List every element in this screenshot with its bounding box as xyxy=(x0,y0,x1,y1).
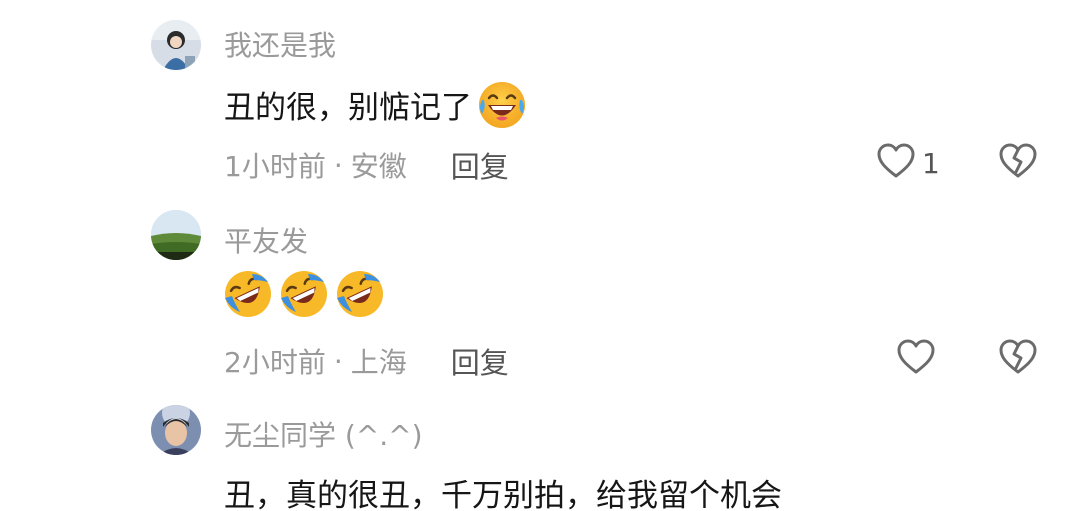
comment-text-body: 丑，真的很丑，千万别拍，给我留个机会 xyxy=(224,478,782,511)
timestamp: 2小时前 xyxy=(224,346,326,379)
avatar[interactable] xyxy=(151,20,201,70)
avatar[interactable] xyxy=(151,405,201,455)
broken-heart-icon xyxy=(998,339,1038,380)
meta-separator: · xyxy=(333,344,343,378)
username[interactable]: 平友发 xyxy=(224,220,308,260)
timestamp: 1小时前 xyxy=(224,150,326,183)
rolling-laugh-emoji-icon xyxy=(278,268,330,320)
username[interactable]: 无尘同学 (^.^) xyxy=(224,414,423,454)
comment-text: 丑的很，别惦记了 xyxy=(224,78,528,130)
heart-icon xyxy=(876,142,916,184)
dislike-button[interactable] xyxy=(998,338,1038,380)
avatar[interactable] xyxy=(151,210,201,260)
reply-button[interactable]: 回复 xyxy=(451,340,509,382)
laughing-tears-emoji-icon xyxy=(476,78,528,130)
meta-separator: · xyxy=(333,148,343,182)
rolling-laugh-emoji-icon xyxy=(334,268,386,320)
dislike-button[interactable] xyxy=(998,142,1038,184)
heart-icon xyxy=(896,338,936,380)
rolling-laugh-emoji-icon xyxy=(222,268,274,320)
location: 安徽 xyxy=(350,150,407,183)
like-button[interactable]: 1 xyxy=(876,142,940,184)
like-button[interactable] xyxy=(896,338,936,380)
location: 上海 xyxy=(350,346,407,379)
comment-meta: 2小时前 · 上海 回复 xyxy=(224,340,509,382)
username[interactable]: 我还是我 xyxy=(224,24,336,64)
comment-text: 丑，真的很丑，千万别拍，给我留个机会 xyxy=(224,470,782,511)
reply-button[interactable]: 回复 xyxy=(451,144,509,186)
comment-meta: 1小时前 · 安徽 回复 xyxy=(224,144,509,186)
broken-heart-icon xyxy=(998,143,1038,184)
comment-emojis xyxy=(222,268,386,320)
comment-text-body: 丑的很，别惦记了 xyxy=(224,89,472,126)
like-count: 1 xyxy=(922,146,940,180)
